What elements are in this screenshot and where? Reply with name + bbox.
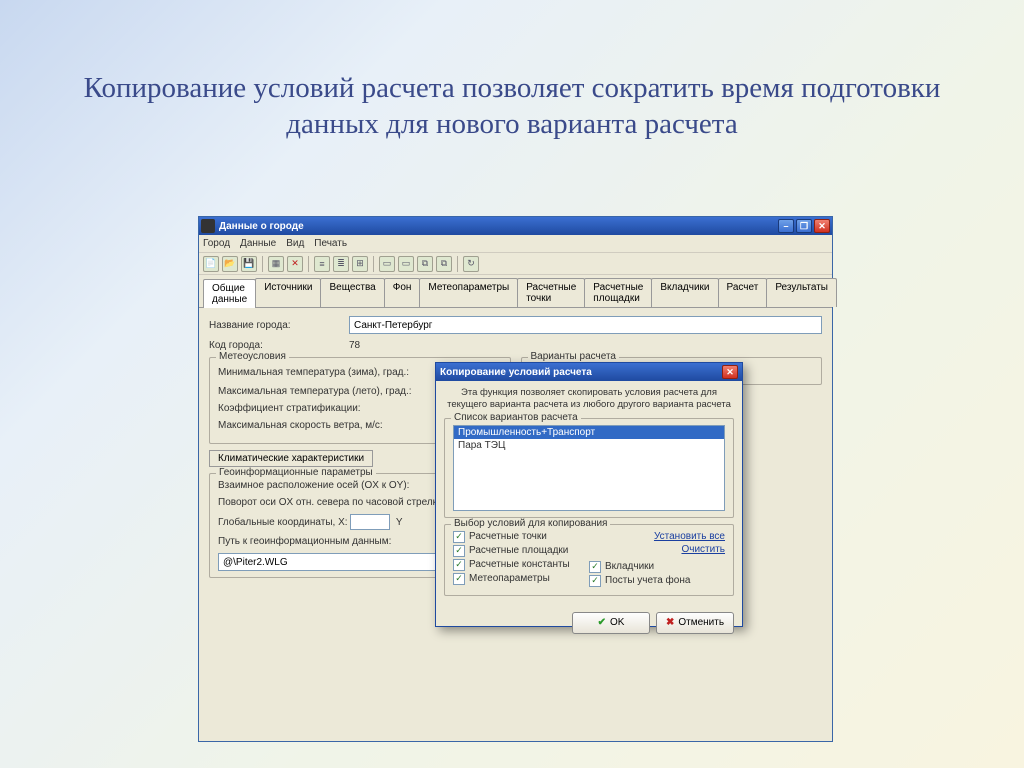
cancel-button[interactable]: ✖ Отменить — [656, 612, 734, 634]
tab-substances[interactable]: Вещества — [320, 278, 384, 307]
tab-sources[interactable]: Источники — [255, 278, 321, 307]
toolbar: 📄 📂 💾 ▦ ✕ ≡ ≣ ⊞ ▭ ▭ ⧉ ⧉ ↻ — [199, 253, 832, 275]
tab-meteo[interactable]: Метеопараметры — [419, 278, 518, 307]
tool-list2-icon[interactable]: ≣ — [333, 256, 349, 272]
city-name-input[interactable] — [349, 316, 822, 334]
toolbar-sep — [373, 256, 374, 272]
options-group-title: Выбор условий для копирования — [451, 518, 610, 529]
checkbox-icon[interactable]: ✓ — [453, 545, 465, 557]
tab-general[interactable]: Общие данные — [203, 279, 256, 308]
toolbar-sep — [308, 256, 309, 272]
climate-button[interactable]: Климатические характеристики — [209, 450, 373, 467]
tool-save-icon[interactable]: 💾 — [241, 256, 257, 272]
menu-city[interactable]: Город — [203, 238, 230, 249]
city-code-value: 78 — [349, 340, 360, 351]
opt-contributors: Вкладчики — [605, 561, 654, 572]
tool-list1-icon[interactable]: ≡ — [314, 256, 330, 272]
list-group-title: Список вариантов расчета — [451, 412, 581, 423]
list-group: Список вариантов расчета Промышленность+… — [444, 418, 734, 518]
tab-results[interactable]: Результаты — [766, 278, 837, 307]
tool-delete-icon[interactable]: ✕ — [287, 256, 303, 272]
tab-calcpoints[interactable]: Расчетные точки — [517, 278, 585, 307]
tool-doc2-icon[interactable]: ▭ — [398, 256, 414, 272]
opt-calcconst: Расчетные константы — [469, 559, 570, 570]
dialog-close-button[interactable]: ✕ — [722, 365, 738, 379]
menu-data[interactable]: Данные — [240, 238, 276, 249]
geo-coords-label: Глобальные координаты, X: — [218, 517, 348, 528]
tool-refresh-icon[interactable]: ↻ — [463, 256, 479, 272]
copy-dialog: Копирование условий расчета ✕ Эта функци… — [435, 362, 743, 627]
city-code-label: Код города: — [209, 340, 349, 351]
geo-x-input[interactable] — [350, 514, 390, 530]
tool-new-icon[interactable]: 📄 — [203, 256, 219, 272]
ok-label: OK — [610, 617, 624, 628]
dialog-title: Копирование условий расчета — [440, 367, 592, 378]
opt-meteo: Метеопараметры — [469, 573, 550, 584]
opt-calcpoints: Расчетные точки — [469, 531, 547, 542]
app-icon — [201, 219, 215, 233]
tool-open-icon[interactable]: 📂 — [222, 256, 238, 272]
menu-view[interactable]: Вид — [286, 238, 304, 249]
toolbar-sep — [262, 256, 263, 272]
maximize-button[interactable]: ❐ — [796, 219, 812, 233]
checkbox-icon[interactable]: ✓ — [453, 573, 465, 585]
geo-rotation-label: Поворот оси OX отн. севера по часовой ст… — [218, 497, 446, 508]
checkbox-icon[interactable]: ✓ — [453, 531, 465, 543]
list-item[interactable]: Пара ТЭЦ — [454, 439, 724, 452]
list-item[interactable]: Промышленность+Транспорт — [454, 426, 724, 439]
checkbox-icon[interactable]: ✓ — [589, 575, 601, 587]
dialog-titlebar: Копирование условий расчета ✕ — [436, 363, 742, 381]
tabstrip: Общие данные Источники Вещества Фон Мете… — [199, 275, 832, 308]
tab-calcareas[interactable]: Расчетные площадки — [584, 278, 652, 307]
close-button[interactable]: ✕ — [814, 219, 830, 233]
meteo-min-temp-label: Минимальная температура (зима), град.: — [218, 367, 452, 378]
geo-path-label: Путь к геоинформационным данным: — [218, 536, 391, 547]
tool-copy-icon[interactable]: ⧉ — [417, 256, 433, 272]
menubar: Город Данные Вид Печать — [199, 235, 832, 253]
dialog-description: Эта функция позволяет скопировать услови… — [444, 387, 734, 412]
tab-calc[interactable]: Расчет — [718, 278, 768, 307]
toolbar-sep — [457, 256, 458, 272]
checkbox-icon[interactable]: ✓ — [453, 559, 465, 571]
check-icon: ✔ — [598, 617, 606, 628]
menu-print[interactable]: Печать — [314, 238, 347, 249]
window-title: Данные о городе — [219, 221, 304, 232]
set-all-link[interactable]: Установить все — [654, 531, 725, 542]
clear-link[interactable]: Очистить — [681, 544, 725, 555]
titlebar: Данные о городе – ❐ ✕ — [199, 217, 832, 235]
geo-axes-label: Взаимное расположение осей (OX к OY): — [218, 480, 409, 491]
x-icon: ✖ — [666, 617, 674, 628]
slide-title: Копирование условий расчета позволяет со… — [0, 70, 1024, 143]
geo-y-label: Y — [396, 517, 403, 528]
tab-background[interactable]: Фон — [384, 278, 421, 307]
meteo-group-title: Метеоусловия — [216, 351, 289, 362]
geo-group-title: Геоинформационные параметры — [216, 467, 376, 478]
city-name-label: Название города: — [209, 320, 349, 331]
tool-tree-icon[interactable]: ⊞ — [352, 256, 368, 272]
ok-button[interactable]: ✔ OK — [572, 612, 650, 634]
cancel-label: Отменить — [678, 617, 724, 628]
variants-listbox[interactable]: Промышленность+Транспорт Пара ТЭЦ — [453, 425, 725, 511]
tool-doc1-icon[interactable]: ▭ — [379, 256, 395, 272]
opt-calcareas: Расчетные площадки — [469, 545, 568, 556]
tool-db-icon[interactable]: ▦ — [268, 256, 284, 272]
options-group: Выбор условий для копирования ✓Расчетные… — [444, 524, 734, 596]
tab-contributors[interactable]: Вкладчики — [651, 278, 718, 307]
minimize-button[interactable]: – — [778, 219, 794, 233]
variants-group-title: Варианты расчета — [528, 351, 620, 362]
tool-dup-icon[interactable]: ⧉ — [436, 256, 452, 272]
checkbox-icon[interactable]: ✓ — [589, 561, 601, 573]
opt-posts: Посты учета фона — [605, 575, 690, 586]
